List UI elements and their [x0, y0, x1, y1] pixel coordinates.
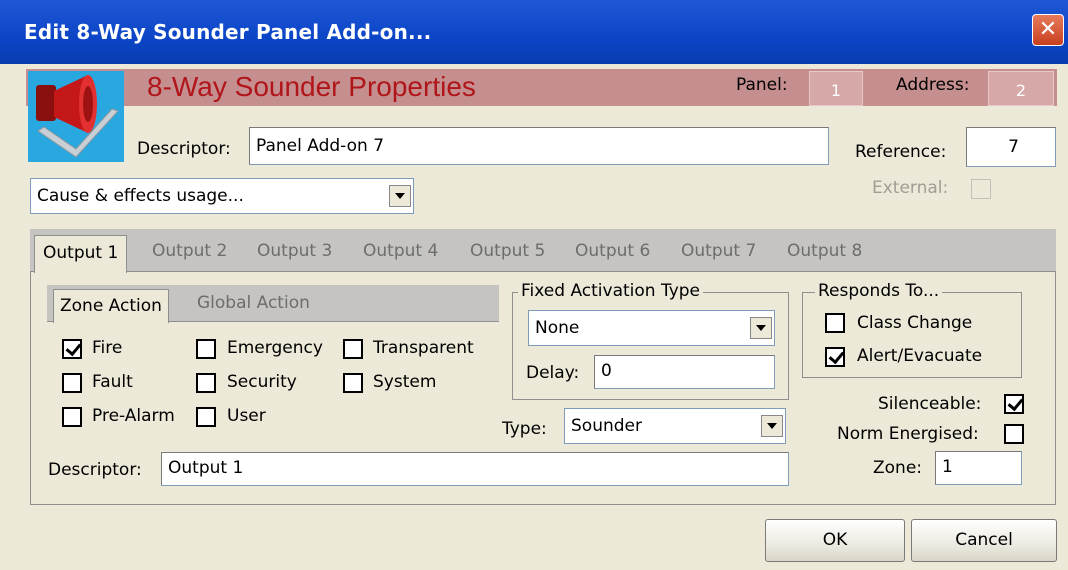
external-label: External: [872, 178, 949, 198]
class-change-checkbox[interactable] [825, 313, 845, 333]
properties-heading: 8-Way Sounder Properties [147, 71, 476, 102]
descriptor-label: Descriptor: [137, 139, 231, 159]
class-change-label: Class Change [857, 313, 973, 333]
system-label: System [373, 372, 437, 392]
type-dropdown[interactable]: Sounder [564, 408, 786, 444]
reference-label: Reference: [855, 142, 947, 162]
fixed-activation-title: Fixed Activation Type [518, 281, 704, 301]
external-checkbox [971, 179, 991, 199]
window-title: Edit 8-Way Sounder Panel Add-on... [24, 20, 432, 44]
output-tabs: Output 1 Output 2 Output 3 Output 4 Outp… [30, 229, 1056, 273]
reference-input[interactable]: 7 [966, 127, 1056, 167]
close-button[interactable]: ✕ [1032, 14, 1064, 46]
chevron-down-icon[interactable] [750, 317, 772, 339]
sounder-icon [28, 71, 124, 162]
panel-value: 1 [809, 71, 863, 106]
type-value: Sounder [571, 416, 642, 436]
security-label: Security [227, 372, 297, 392]
panel-label: Panel: [736, 75, 788, 95]
silenceable-checkbox[interactable] [1004, 394, 1024, 414]
fire-label: Fire [92, 338, 123, 358]
title-bar: Edit 8-Way Sounder Panel Add-on... ✕ [0, 0, 1068, 64]
user-label: User [227, 406, 266, 426]
emergency-label: Emergency [227, 338, 323, 358]
emergency-checkbox[interactable] [196, 339, 216, 359]
pre-alarm-label: Pre-Alarm [92, 406, 175, 426]
security-checkbox[interactable] [196, 373, 216, 393]
cancel-button[interactable]: Cancel [911, 519, 1057, 562]
fire-checkbox[interactable] [62, 339, 82, 359]
transparent-checkbox[interactable] [343, 339, 363, 359]
cause-effects-value: Cause & effects usage... [37, 186, 244, 206]
activation-type-dropdown[interactable]: None [528, 310, 775, 346]
delay-input[interactable]: 0 [594, 355, 775, 389]
alert-evacuate-label: Alert/Evacuate [857, 346, 983, 366]
close-icon: ✕ [1038, 17, 1058, 42]
address-value: 2 [988, 71, 1054, 106]
address-label: Address: [896, 75, 970, 95]
output-descriptor-input[interactable]: Output 1 [161, 452, 789, 486]
action-tabs: Zone Action Global Action [47, 285, 499, 323]
delay-label: Delay: [526, 363, 580, 383]
chevron-down-icon[interactable] [761, 415, 783, 437]
fault-label: Fault [92, 372, 133, 392]
norm-energised-label: Norm Energised: [837, 424, 979, 444]
alert-evacuate-checkbox[interactable] [825, 347, 845, 367]
zone-input[interactable]: 1 [935, 451, 1022, 485]
tab-output-7[interactable]: Output 7 [681, 241, 756, 261]
system-checkbox[interactable] [343, 373, 363, 393]
user-checkbox[interactable] [196, 407, 216, 427]
zone-label: Zone: [873, 458, 923, 478]
tab-output-1[interactable]: Output 1 [34, 235, 128, 273]
tab-zone-action[interactable]: Zone Action [53, 289, 169, 323]
tab-output-6[interactable]: Output 6 [575, 241, 650, 261]
output-descriptor-label: Descriptor: [48, 460, 142, 480]
silenceable-label: Silenceable: [878, 394, 982, 414]
tab-global-action[interactable]: Global Action [197, 293, 310, 313]
fault-checkbox[interactable] [62, 373, 82, 393]
tab-output-8[interactable]: Output 8 [787, 241, 862, 261]
transparent-label: Transparent [373, 338, 474, 358]
tab-output-5[interactable]: Output 5 [470, 241, 545, 261]
descriptor-input[interactable]: Panel Add-on 7 [249, 127, 829, 165]
tab-output-3[interactable]: Output 3 [257, 241, 332, 261]
pre-alarm-checkbox[interactable] [62, 407, 82, 427]
type-label: Type: [502, 419, 547, 439]
activation-type-value: None [535, 318, 580, 338]
ok-button[interactable]: OK [765, 519, 905, 562]
responds-to-title: Responds To... [815, 281, 943, 301]
properties-banner: 8-Way Sounder Properties Panel: 1 Addres… [26, 69, 1057, 106]
tab-output-2[interactable]: Output 2 [152, 241, 227, 261]
chevron-down-icon[interactable] [389, 185, 411, 207]
norm-energised-checkbox[interactable] [1004, 424, 1024, 444]
tab-output-4[interactable]: Output 4 [363, 241, 438, 261]
cause-effects-dropdown[interactable]: Cause & effects usage... [30, 178, 414, 214]
